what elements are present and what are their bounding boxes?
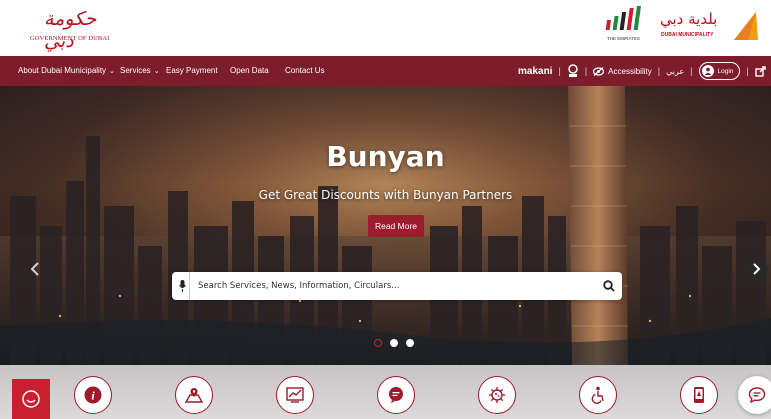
feedback-icon[interactable] <box>377 376 415 414</box>
user-icon <box>701 65 714 77</box>
chart-icon[interactable] <box>276 376 314 414</box>
accessibility-label: Accessibility <box>608 66 652 76</box>
dm-triangle-icon <box>734 12 758 40</box>
chevron-down-icon: ⌄ <box>153 68 160 75</box>
gov-logo-arabic: حكومة دبي <box>44 8 97 52</box>
hero-title: Bunyan <box>326 140 445 173</box>
nav-separator: | <box>690 66 693 76</box>
login-button[interactable]: Login <box>698 62 741 80</box>
site-search-bar <box>172 272 622 300</box>
nav-about-dm-label: About Dubai Municipality <box>18 66 107 75</box>
nav-separator: | <box>584 66 588 76</box>
nav-services-label: Services <box>120 66 151 75</box>
smiley-icon <box>22 390 40 408</box>
nav-about-dm[interactable]: About Dubai Municipality ⌄ <box>18 66 115 75</box>
notification-person-icon[interactable] <box>567 64 579 78</box>
virus-icon[interactable] <box>478 376 516 414</box>
share-icon[interactable] <box>755 65 766 77</box>
read-more-button[interactable]: Read More <box>368 215 424 237</box>
chevron-left-icon <box>30 262 39 276</box>
map-location-icon[interactable] <box>175 376 213 414</box>
quick-links-band: i <box>0 365 771 419</box>
chevron-right-icon <box>753 263 761 275</box>
emirates-flag-strokes-icon <box>605 6 641 30</box>
nav-separator: | <box>558 66 561 76</box>
dm-logo-arabic: بلدية دبي <box>660 10 718 28</box>
nav-contact-us[interactable]: Contact Us <box>285 66 325 75</box>
top-logo-strip: حكومة دبي GOVERNMENT OF DUBAI THE EMIRAT… <box>0 0 771 56</box>
carousel-dot-1[interactable] <box>374 339 382 347</box>
search-icon[interactable] <box>596 280 622 292</box>
emirates-logo-text: THE EMIRATES <box>607 36 640 41</box>
nav-separator: | <box>657 66 661 76</box>
carousel-dot-2[interactable] <box>390 339 398 347</box>
microphone-icon[interactable] <box>176 272 190 300</box>
main-nav-bar: About Dubai Municipality ⌄ Services ⌄ Easy… <box>0 56 771 86</box>
the-emirates-logo[interactable]: THE EMIRATES <box>605 6 649 46</box>
search-input[interactable] <box>190 273 596 299</box>
chat-button[interactable] <box>738 376 771 414</box>
hero-banner: Bunyan Get Great Discounts with Bunyan P… <box>0 86 771 365</box>
carousel-prev-arrow[interactable] <box>24 258 46 280</box>
info-icon[interactable]: i <box>74 376 112 414</box>
hero-subtitle: Get Great Discounts with Bunyan Partners <box>258 188 513 202</box>
chat-bubble-icon <box>748 387 766 404</box>
dubai-municipality-logo[interactable]: بلدية دبي DUBAI MUNICIPALITY <box>660 10 760 44</box>
nav-easy-payment[interactable]: Easy Payment <box>166 66 218 75</box>
chevron-down-icon: ⌄ <box>109 68 115 75</box>
gov-logo-english: GOVERNMENT OF DUBAI <box>30 35 110 42</box>
nav-utility-group: makani | | Accessibility | عربي | Login … <box>518 56 766 86</box>
eye-slash-icon <box>593 66 605 76</box>
carousel-dots <box>374 339 414 347</box>
mobile-app-icon[interactable] <box>680 376 718 414</box>
language-toggle[interactable]: عربي <box>666 67 684 76</box>
carousel-next-arrow[interactable] <box>746 258 768 280</box>
accessibility-person-icon[interactable] <box>579 376 617 414</box>
government-of-dubai-logo[interactable]: حكومة دبي GOVERNMENT OF DUBAI <box>30 8 110 52</box>
nav-separator: | <box>746 66 749 76</box>
carousel-dot-3[interactable] <box>406 339 414 347</box>
login-label: Login <box>717 67 734 75</box>
accessibility-link[interactable]: Accessibility <box>593 67 652 76</box>
dm-logo-english: DUBAI MUNICIPALITY <box>661 32 714 38</box>
makani-logo[interactable]: makani <box>518 66 552 77</box>
nav-services[interactable]: Services ⌄ <box>120 66 160 75</box>
happiness-meter-button[interactable] <box>12 379 50 419</box>
nav-open-data[interactable]: Open Data <box>230 66 269 75</box>
